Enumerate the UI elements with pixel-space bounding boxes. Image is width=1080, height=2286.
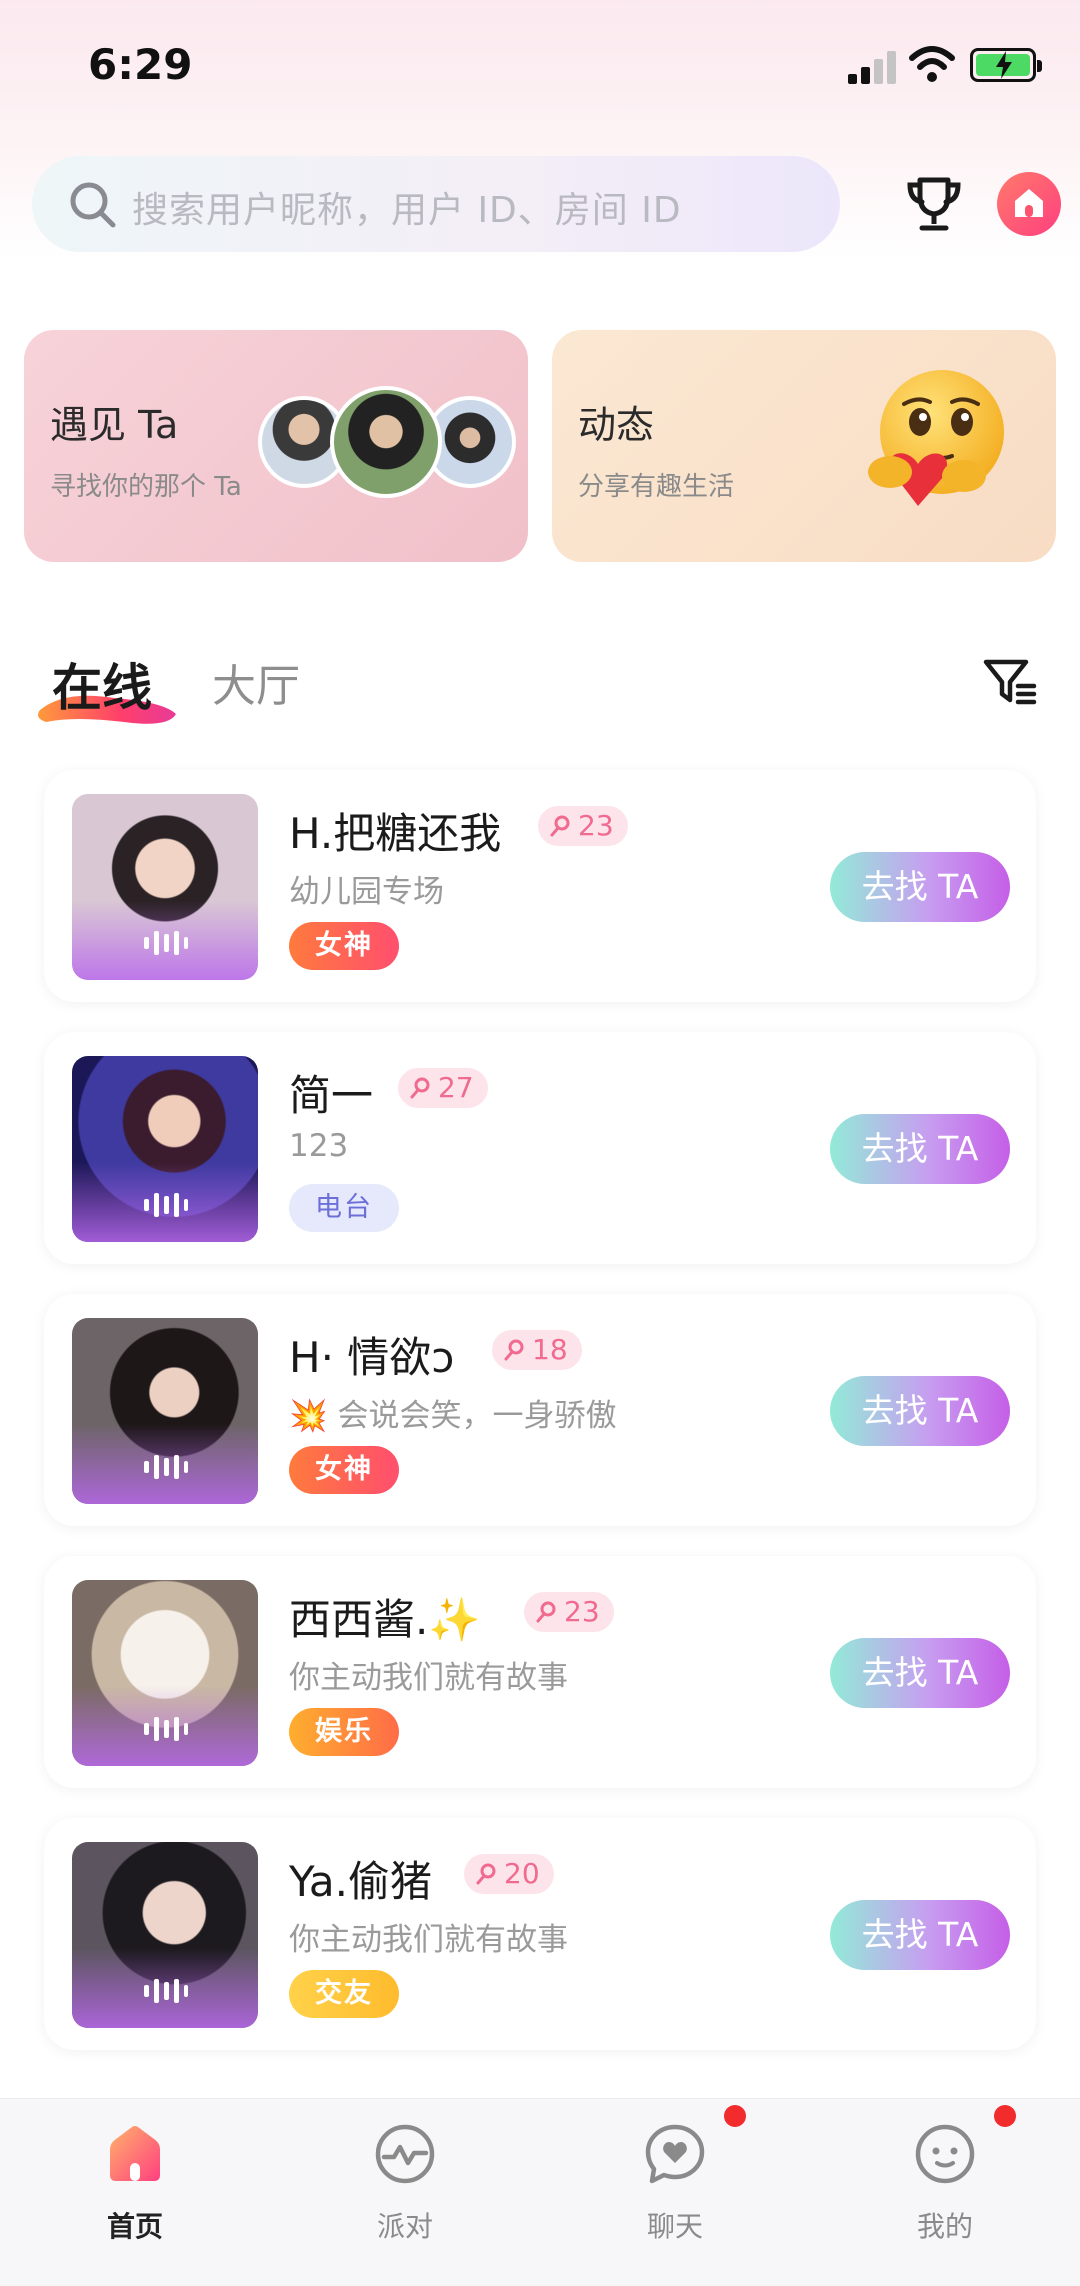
search-icon [70,182,116,228]
category-tag: 女神 [289,922,399,970]
nav-chat-label: 聊天 [646,2210,703,2243]
filter-icon[interactable] [982,654,1038,710]
find-ta-button[interactable]: 去找 TA [830,852,1010,922]
level-value: 20 [504,1857,540,1890]
user-name: Ya.偷猪 [289,1857,432,1906]
avatar [330,386,442,498]
category-tag: 交友 [289,1970,399,2018]
trophy-icon[interactable] [902,172,966,236]
home-icon [1015,189,1043,217]
nav-home[interactable]: 首页 [60,2121,210,2251]
home-shortcut-button[interactable] [997,172,1061,236]
nav-party[interactable]: 派对 [330,2121,480,2251]
tab-online[interactable]: 在线 [52,648,152,720]
level-badge: 20 [464,1854,554,1894]
list-item[interactable]: H· 情欲ↄ 18 💥 会说会笑，一身骄傲 女神 去找 TA [44,1294,1036,1526]
user-name: H· 情欲ↄ [289,1333,455,1382]
level-icon [410,1077,430,1099]
level-value: 18 [532,1333,568,1366]
sound-wave-icon [144,1979,188,2003]
user-thumbnail[interactable] [72,1056,258,1242]
user-name: H.把糖还我 [289,809,502,858]
tab-hall[interactable]: 大厅 [212,650,300,714]
find-ta-button[interactable]: 去找 TA [830,1900,1010,1970]
nav-chat[interactable]: 聊天 [600,2105,750,2251]
hugging-heart-emoji-icon [868,370,1004,506]
status-time: 6:29 [88,40,193,89]
battery-icon [970,48,1042,82]
level-value: 23 [578,809,614,842]
find-ta-button[interactable]: 去找 TA [830,1114,1010,1184]
user-thumbnail[interactable] [72,1842,258,2028]
moments-title: 动态 [578,403,655,447]
level-badge: 23 [524,1592,614,1632]
category-tag: 电台 [289,1184,399,1232]
level-icon [476,1863,496,1885]
user-signature: 💥 会说会笑，一身骄傲 [289,1398,617,1434]
user-signature: 你主动我们就有故事 [289,1660,568,1696]
search-placeholder: 搜索用户昵称，用户 ID、房间 ID [132,190,682,231]
wifi-icon [909,46,955,82]
sound-wave-icon [144,1455,188,1479]
sound-wave-icon [144,1193,188,1217]
level-badge: 18 [492,1330,582,1370]
sound-wave-icon [144,931,188,955]
meet-ta-card[interactable]: 遇见 Ta 寻找你的那个 Ta [24,330,528,562]
list-item[interactable]: Ya.偷猪 20 你主动我们就有故事 交友 去找 TA [44,1818,1036,2050]
level-icon [536,1601,556,1623]
user-name: 西西酱.✨ [289,1595,481,1644]
bottom-navigation: 首页 派对 聊天 我的 [0,2098,1080,2286]
user-thumbnail[interactable] [72,1580,258,1766]
level-icon [504,1339,524,1361]
chat-notification-dot [724,2105,746,2127]
level-badge: 23 [538,806,628,846]
user-name: 简一 [289,1071,374,1120]
list-item[interactable]: 西西酱.✨ 23 你主动我们就有故事 娱乐 去找 TA [44,1556,1036,1788]
find-ta-button[interactable]: 去找 TA [830,1638,1010,1708]
user-signature: 幼儿园专场 [289,874,444,910]
level-value: 23 [564,1595,600,1628]
user-signature: 你主动我们就有故事 [289,1922,568,1958]
meet-ta-subtitle: 寻找你的那个 Ta [50,472,242,502]
nav-home-label: 首页 [106,2210,163,2243]
home-icon [110,2126,160,2181]
user-thumbnail[interactable] [72,794,258,980]
level-icon [550,815,570,837]
list-item[interactable]: H.把糖还我 23 幼儿园专场 女神 去找 TA [44,770,1036,1002]
moments-subtitle: 分享有趣生活 [578,472,735,502]
signal-icon [848,50,898,84]
party-icon [375,2124,435,2184]
sound-wave-icon [144,1717,188,1741]
chat-heart-icon [645,2124,705,2184]
user-signature: 123 [289,1128,349,1164]
nav-mine-label: 我的 [916,2210,973,2243]
mine-notification-dot [994,2105,1016,2127]
nav-mine[interactable]: 我的 [870,2105,1020,2251]
category-tag: 女神 [289,1446,399,1494]
status-bar: 6:29 [0,0,1080,130]
profile-face-icon [915,2124,975,2184]
meet-ta-title: 遇见 Ta [50,403,179,447]
list-item[interactable]: 简一 27 123 电台 去找 TA [44,1032,1036,1264]
nav-party-label: 派对 [376,2210,433,2243]
search-input[interactable]: 搜索用户昵称，用户 ID、房间 ID [32,156,840,252]
user-thumbnail[interactable] [72,1318,258,1504]
level-badge: 27 [398,1068,488,1108]
find-ta-button[interactable]: 去找 TA [830,1376,1010,1446]
level-value: 27 [438,1071,474,1104]
moments-card[interactable]: 动态 分享有趣生活 [552,330,1056,562]
category-tag: 娱乐 [289,1708,399,1756]
